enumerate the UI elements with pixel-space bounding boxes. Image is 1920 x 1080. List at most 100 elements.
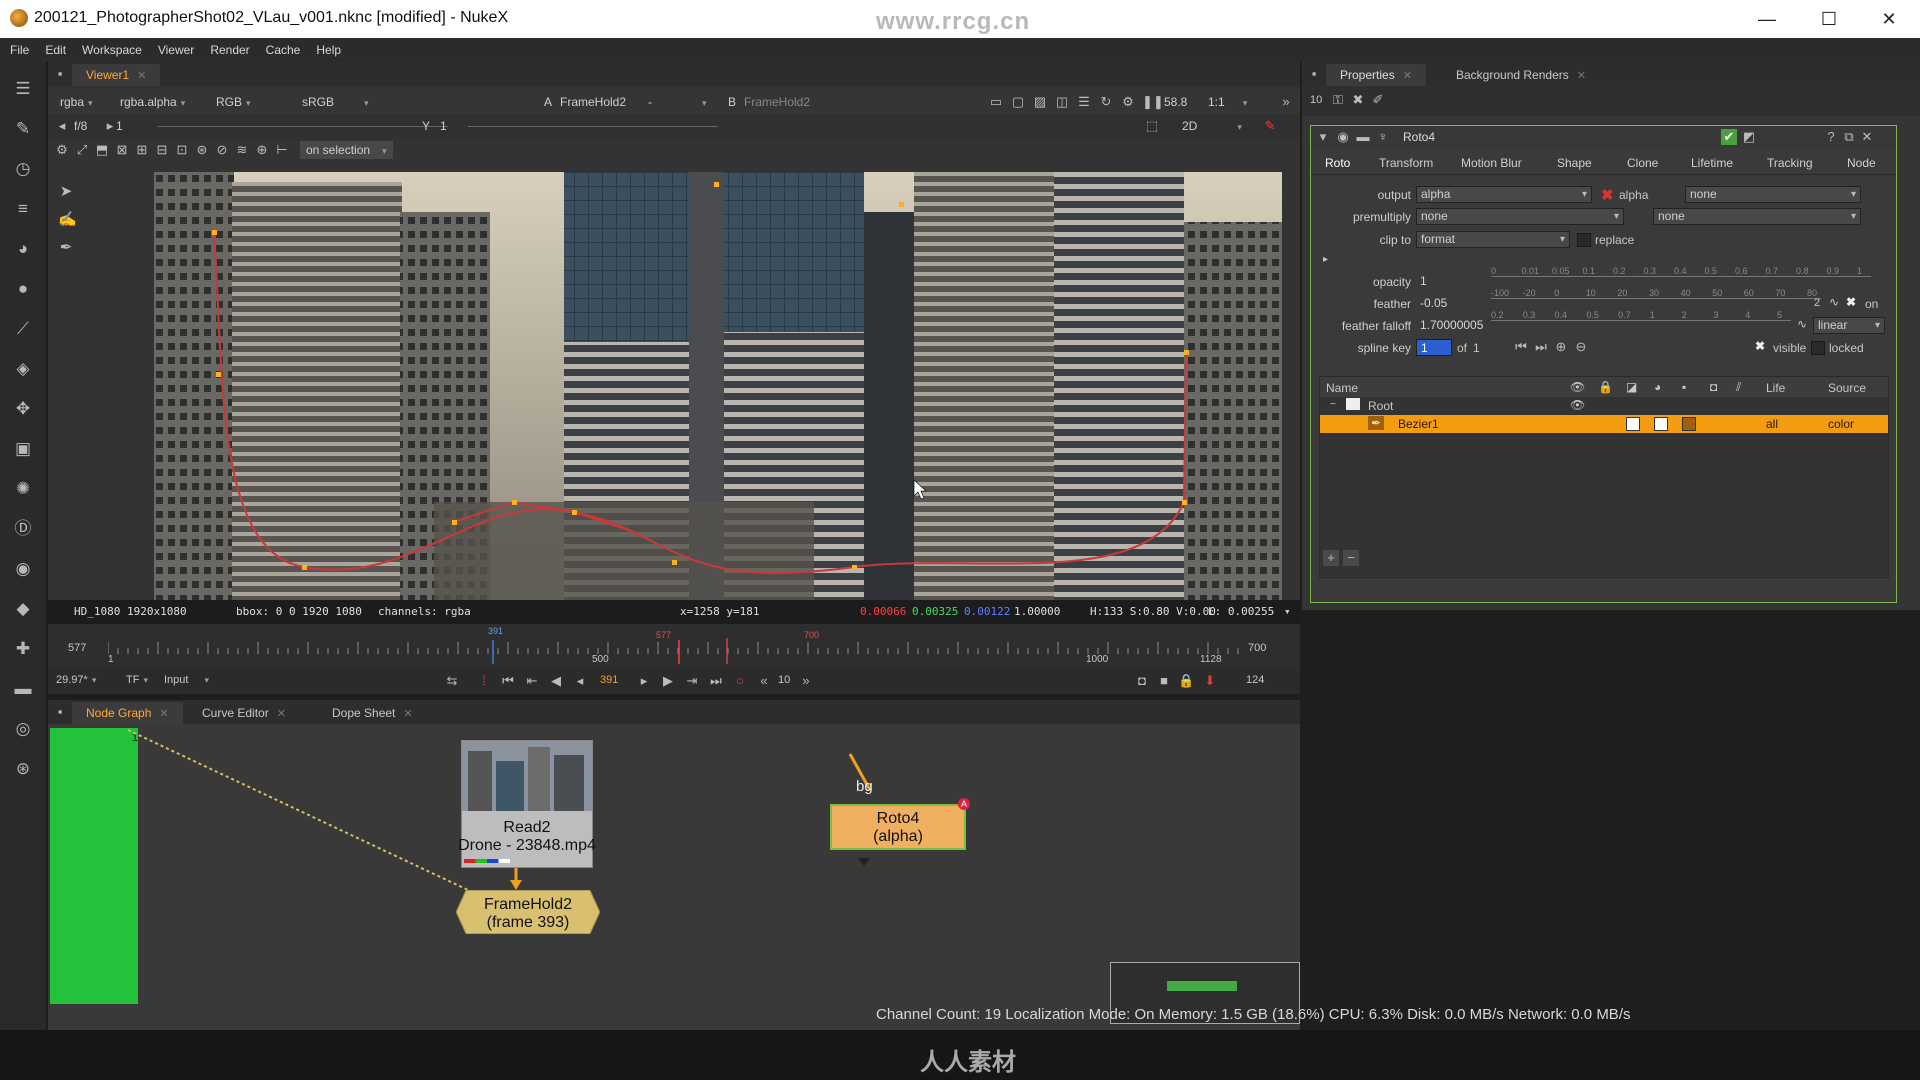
feather-on-check-icon[interactable]: ✖ (1846, 295, 1856, 309)
input-a-dropdown[interactable]: FrameHold2 (560, 93, 626, 111)
clip-to-dropdown[interactable]: format (1416, 231, 1570, 248)
loop-icon[interactable]: ⇆ (444, 673, 460, 689)
spline-key-field[interactable]: 1 (1416, 339, 1452, 356)
falloff-curve-icon[interactable]: ∿ (1797, 317, 1807, 331)
close-panel-icon[interactable]: ✕ (1859, 129, 1875, 145)
max-panels-field[interactable]: 10 (1310, 94, 1322, 106)
step-back-frame-icon[interactable]: ◂ (572, 673, 588, 689)
opacity-slider[interactable]: 0 0.01 0.05 0.1 0.2 0.3 0.4 0.5 0.6 0.7 0.8 0.9 1 (1491, 266, 1871, 288)
step-back-icon[interactable]: ◂ (54, 118, 70, 134)
subtab-roto[interactable]: Roto (1325, 156, 1350, 170)
layer-dropdown[interactable]: rgba.alpha ▾ (120, 93, 185, 111)
output-dropdown[interactable]: alpha (1416, 186, 1592, 203)
skip-back-icon[interactable]: « (756, 673, 772, 689)
step-forward-frame-icon[interactable]: ▸ (636, 673, 652, 689)
roi-icon[interactable]: ▭ (988, 94, 1004, 110)
revert-icon[interactable]: ◩ (1741, 129, 1757, 145)
visible-check-icon[interactable]: ✖ (1755, 339, 1765, 353)
subtab-motion-blur[interactable]: Motion Blur (1461, 156, 1522, 170)
increment-field[interactable]: 10 (778, 674, 790, 686)
bezier-tool-icon[interactable]: ✒ (58, 240, 74, 256)
plugins-icon[interactable]: ⊛ (12, 758, 34, 780)
input-dropdown[interactable]: Input ▾ (164, 674, 209, 686)
visibility-col-icon[interactable]: 👁 (1570, 380, 1585, 394)
col-source[interactable]: Source (1828, 381, 1866, 395)
maximize-button[interactable]: ☐ (1806, 5, 1852, 33)
node-color-icon[interactable]: ▬ (1355, 129, 1371, 145)
table-row[interactable]: − Root 👁 (1320, 397, 1888, 415)
falloff-type-dropdown[interactable]: linear (1813, 317, 1885, 334)
subtab-lifetime[interactable]: Lifetime (1691, 156, 1733, 170)
tab-properties[interactable]: Properties ✕ (1326, 64, 1426, 86)
premultiply-extra-dropdown[interactable]: none (1653, 208, 1861, 225)
toolsets-icon[interactable]: ✚ (12, 638, 34, 660)
proxy-icon[interactable]: ▨ (1032, 94, 1048, 110)
alpha-check-icon[interactable]: ✖ (1601, 186, 1614, 204)
tf-dropdown[interactable]: TF ▾ (126, 674, 148, 686)
menu-cache[interactable]: Cache (258, 38, 309, 62)
info-expand-icon[interactable]: ▾ (1284, 605, 1291, 618)
clear-panels-icon[interactable]: ✖ (1350, 92, 1366, 108)
cache-icon[interactable]: ■ (1156, 673, 1172, 689)
menu-file[interactable]: File (2, 38, 37, 62)
viewer-image[interactable] (154, 172, 1282, 600)
channels-dropdown[interactable]: rgba ▾ (60, 93, 93, 111)
fstop-value[interactable]: f/8 (74, 117, 87, 135)
aspect-icon[interactable]: ▢ (1010, 94, 1026, 110)
key-icon[interactable]: ⊢ (274, 142, 290, 158)
add-layer-icon[interactable]: + (1323, 550, 1339, 566)
premultiply-dropdown[interactable]: none (1416, 208, 1624, 225)
invert-toggle-icon[interactable] (1626, 417, 1640, 431)
opacity-field[interactable]: 1 (1416, 273, 1486, 290)
display-dropdown[interactable]: RGB ▾ (216, 93, 251, 111)
refresh-icon[interactable]: ↻ (1098, 94, 1114, 110)
menu-render[interactable]: Render (202, 38, 257, 62)
tab-viewer1[interactable]: Viewer1 ✕ (72, 64, 161, 86)
collapse-icon[interactable]: ▾ (1315, 129, 1331, 145)
render-icon[interactable]: ⬇ (1202, 673, 1218, 689)
invert-col-icon[interactable]: ◪ (1626, 380, 1637, 394)
selection-mode-dropdown[interactable]: on selection ▾ (300, 141, 393, 159)
bezier-layer-name[interactable]: Bezier1 (1398, 417, 1439, 431)
feather-curve-icon[interactable]: ∿ (1829, 295, 1839, 309)
color-col-icon[interactable]: ◕ (1654, 380, 1661, 394)
other-icon[interactable]: ▬ (12, 678, 34, 700)
blend-col-icon[interactable]: ◘ (1710, 380, 1717, 394)
lock-panels-icon[interactable]: ⚿ (1330, 92, 1346, 108)
locked-checkbox[interactable] (1811, 341, 1825, 355)
feather-falloff-field[interactable]: 1.70000005 (1416, 317, 1486, 334)
feather-slider[interactable]: -100 -20 0 10 20 30 40 50 60 70 80 (1491, 288, 1821, 310)
gear-icon[interactable]: ⚙ (1120, 94, 1136, 110)
tangent-icon[interactable]: ⊡ (174, 142, 190, 158)
bezier-source[interactable]: color (1828, 417, 1854, 431)
in-point-icon[interactable]: ⁞ (476, 673, 492, 689)
prev-key-icon[interactable]: ⇤ (524, 673, 540, 689)
gain-value[interactable]: 58.8 (1164, 93, 1187, 111)
wipe-dropdown[interactable]: - ▾ (648, 93, 707, 111)
bbox-icon[interactable]: ⊟ (154, 142, 170, 158)
roi-select-icon[interactable]: ⬚ (1144, 118, 1160, 134)
input-b-dropdown[interactable]: FrameHold2 (744, 93, 810, 111)
float-panel-icon[interactable]: ⧉ (1841, 129, 1857, 145)
help-question-icon[interactable]: ? (1823, 129, 1839, 145)
node-graph-panel[interactable]: ▪ Node Graph ✕ Curve Editor ✕ Dope Sheet ✕ … (48, 700, 1300, 1030)
menu-workspace[interactable]: Workspace (74, 38, 150, 62)
panel-menu-icon[interactable]: ☰ (12, 78, 34, 100)
ripple-icon[interactable]: ⊛ (194, 142, 210, 158)
feather-falloff-slider[interactable]: 0.2 0.3 0.4 0.5 0.7 1 2 3 4 5 (1491, 310, 1791, 332)
brush-tool-icon[interactable]: ✍ (58, 212, 77, 228)
play-backward-icon[interactable]: ◀ (548, 673, 564, 689)
subtab-shape[interactable]: Shape (1557, 156, 1592, 170)
undo-icon[interactable]: ✔ (1721, 129, 1737, 145)
compare-icon[interactable]: ◫ (1054, 94, 1070, 110)
next-key-icon[interactable]: ⏭ (1533, 339, 1549, 355)
add-key-icon[interactable]: ⊕ (1553, 339, 1569, 355)
out-point-icon[interactable]: ○ (732, 673, 748, 689)
table-row[interactable]: ✒ Bezier1 all color (1320, 415, 1888, 433)
prev-key-icon[interactable]: ⏮ (1513, 339, 1529, 355)
points-icon[interactable]: ⊞ (134, 142, 150, 158)
color-swatch[interactable] (1654, 417, 1668, 431)
deep-icon[interactable]: Ⓓ (12, 518, 34, 540)
add-key-icon[interactable]: ⊕ (254, 142, 270, 158)
particles-icon[interactable]: ✺ (12, 478, 34, 500)
